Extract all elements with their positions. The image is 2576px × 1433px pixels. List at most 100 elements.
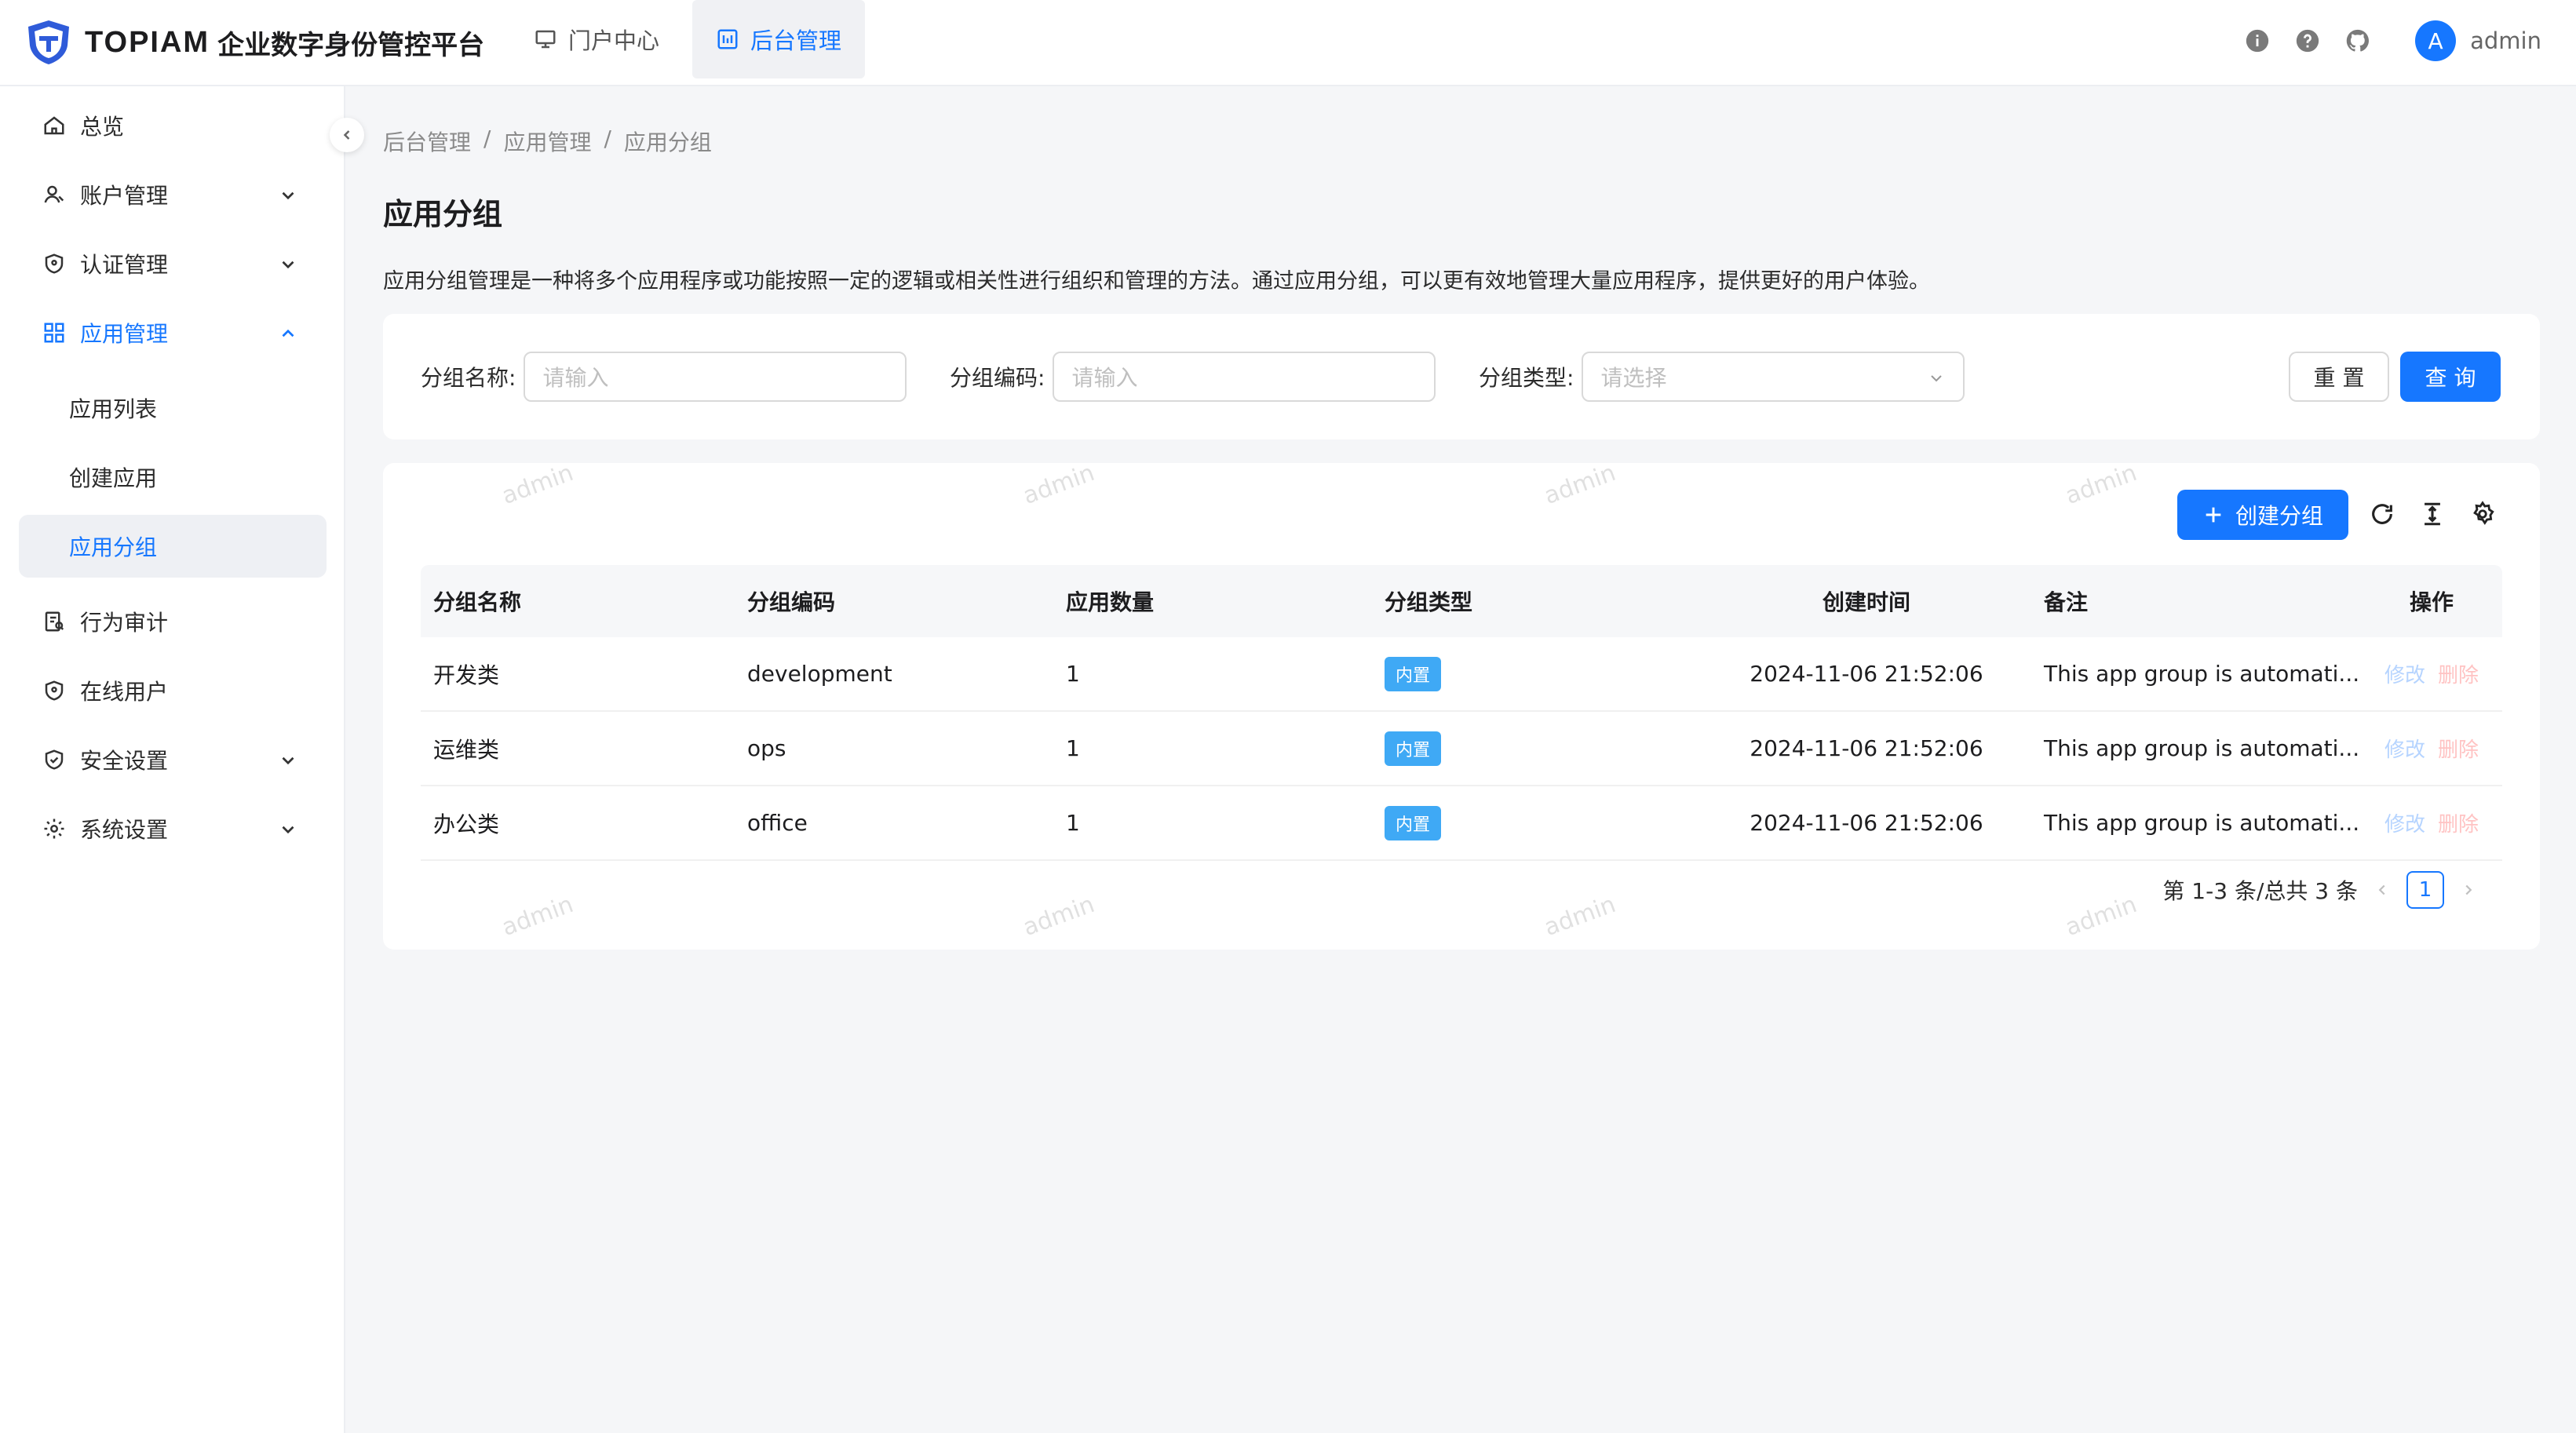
help-icon[interactable] [2294, 27, 2321, 54]
chevron-left-icon[interactable] [2373, 881, 2391, 899]
sidebar-item-label: 应用管理 [80, 321, 169, 347]
search-button[interactable]: 查 询 [2400, 352, 2501, 402]
group-name-input[interactable]: 请输入 [524, 352, 907, 402]
group-code-input[interactable]: 请输入 [1053, 352, 1436, 402]
type-tag: 内置 [1385, 731, 1442, 766]
type-tag: 内置 [1385, 805, 1442, 840]
github-icon[interactable] [2344, 27, 2371, 54]
home-icon [44, 116, 64, 135]
breadcrumb-item[interactable]: 应用管理 [503, 126, 591, 157]
filter-name-field: 分组名称: 请输入 [421, 352, 907, 402]
sidebar-item-label: 总览 [80, 114, 125, 140]
chevron-up-icon [282, 329, 294, 337]
delete-link[interactable]: 删除 [2438, 813, 2479, 837]
column-header: 分组类型 [1385, 589, 1473, 615]
breadcrumb-item: 应用分组 [623, 129, 712, 155]
column-height-icon [2425, 502, 2440, 526]
sidebar-item-security[interactable]: 安全设置 [19, 728, 327, 791]
shield-check-icon [45, 749, 64, 770]
shield-icon [45, 253, 64, 274]
cell-code: office [747, 810, 808, 836]
sidebar-item-auth[interactable]: 认证管理 [19, 232, 327, 295]
edit-link[interactable]: 修改 [2384, 813, 2425, 837]
top-header: TOPIAM 企业数字身份管控平台 门户中心 后台管理 A admin [0, 0, 2576, 86]
column-settings-button[interactable] [2469, 501, 2496, 531]
sidebar-item-overview[interactable]: 总览 [19, 94, 327, 157]
cell-actions: 修改 删除 [2361, 734, 2502, 763]
page-number[interactable]: 1 [2406, 871, 2444, 909]
user-icon [44, 185, 64, 203]
sidebar-collapse-button[interactable] [330, 118, 364, 152]
column-header: 操作 [2409, 589, 2454, 615]
cell-remark: This app group is automati... [2044, 661, 2360, 687]
dashboard-icon [717, 29, 738, 49]
table-row: 办公类 office 1 内置 2024-11-06 21:52:06 This… [421, 786, 2502, 861]
watermark: admin [2061, 890, 2141, 943]
plus-icon [2206, 507, 2221, 523]
reset-button[interactable]: 重 置 [2289, 352, 2389, 402]
filter-card: 分组名称: 请输入 分组编码: 请输入 分组类型: 请选择 重 置 查 询 [383, 314, 2540, 439]
delete-link[interactable]: 删除 [2438, 738, 2479, 762]
brand-logo[interactable]: TOPIAM 企业数字身份管控平台 [24, 17, 484, 67]
sidebar-item-label: 应用列表 [69, 396, 158, 422]
create-group-button[interactable]: 创建分组 [2177, 490, 2348, 540]
group-type-select[interactable]: 请选择 [1582, 352, 1965, 402]
column-header: 应用数量 [1066, 589, 1155, 615]
sidebar-item-app-list[interactable]: 应用列表 [19, 377, 327, 439]
groups-table: 分组名称 分组编码 应用数量 分组类型 创建时间 备注 操作 开发类 devel… [421, 565, 2502, 861]
audit-icon [45, 611, 64, 632]
gear-icon [2473, 501, 2494, 525]
top-nav: 门户中心 后台管理 [510, 0, 874, 78]
sidebar-item-audit[interactable]: 行为审计 [19, 590, 327, 653]
cell-type: 内置 [1372, 656, 1702, 691]
watermark: admin [1540, 458, 1620, 511]
cell-remark: This app group is automati... [2044, 810, 2360, 836]
chevron-left-icon [343, 130, 350, 140]
refresh-button[interactable] [2369, 501, 2395, 531]
sidebar-item-system[interactable]: 系统设置 [19, 797, 327, 860]
chevron-down-icon [282, 826, 294, 834]
delete-link[interactable]: 删除 [2438, 664, 2479, 687]
pagination: 第 1-3 条/总共 3 条 1 [2162, 871, 2493, 909]
filter-type-field: 分组类型: 请选择 [1479, 352, 1965, 402]
watermark: admin [1540, 890, 1620, 943]
sidebar-item-accounts[interactable]: 账户管理 [19, 163, 327, 226]
sidebar-item-label: 安全设置 [80, 748, 169, 774]
field-label: 分组类型: [1479, 365, 1574, 391]
table-row: 开发类 development 1 内置 2024-11-06 21:52:06… [421, 637, 2502, 712]
breadcrumb-separator: / [483, 126, 491, 151]
sidebar-item-label: 系统设置 [80, 817, 169, 843]
pagination-summary: 第 1-3 条/总共 3 条 [2162, 878, 2358, 904]
chevron-down-icon [282, 757, 294, 765]
cell-count: 1 [1066, 661, 1080, 687]
select-placeholder: 请选择 [1600, 365, 1667, 391]
chevron-right-icon[interactable] [2460, 881, 2477, 899]
watermark: admin [1019, 890, 1099, 943]
sidebar-item-online-users[interactable]: 在线用户 [19, 659, 327, 722]
header-actions: A admin [2220, 20, 2541, 61]
table-card: 创建分组 分组名称 分组编码 应用数量 分组类型 创建时间 备注 操作 开发类 … [383, 459, 2540, 950]
top-nav-portal[interactable]: 门户中心 [510, 0, 683, 78]
breadcrumb-item[interactable]: 后台管理 [383, 126, 471, 157]
page-description: 应用分组管理是一种将多个应用程序或功能按照一定的逻辑或相关性进行组织和管理的方法… [383, 269, 1930, 294]
sidebar-item-create-app[interactable]: 创建应用 [19, 446, 327, 509]
sidebar-item-label: 应用分组 [69, 534, 158, 560]
info-icon[interactable] [2244, 27, 2271, 54]
sidebar-item-label: 账户管理 [80, 183, 169, 209]
avatar[interactable]: A [2415, 20, 2457, 61]
top-nav-admin[interactable]: 后台管理 [692, 0, 866, 78]
sidebar-item-apps[interactable]: 应用管理 [19, 301, 327, 364]
edit-link[interactable]: 修改 [2384, 664, 2425, 687]
sidebar-item-label: 创建应用 [69, 465, 158, 491]
cell-name: 办公类 [433, 811, 500, 837]
density-button[interactable] [2419, 501, 2446, 531]
username[interactable]: admin [2470, 27, 2541, 54]
sidebar-item-app-groups[interactable]: 应用分组 [19, 515, 327, 578]
refresh-icon [2372, 504, 2392, 524]
cell-type: 内置 [1372, 805, 1702, 840]
gear-icon [44, 819, 64, 839]
edit-link[interactable]: 修改 [2384, 738, 2425, 762]
column-header[interactable]: 创建时间 [1702, 585, 2031, 617]
column-header: 分组名称 [433, 589, 522, 615]
type-tag: 内置 [1385, 656, 1442, 691]
